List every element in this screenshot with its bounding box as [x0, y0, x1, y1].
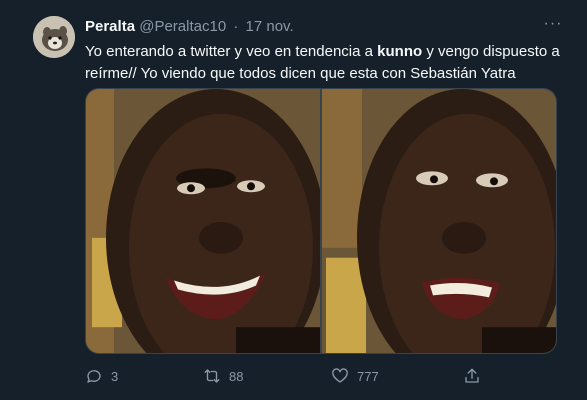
- reply-button[interactable]: 3: [85, 364, 118, 388]
- retweet-count: 88: [229, 368, 244, 384]
- separator: ·: [233, 18, 239, 35]
- tweet-text-hashtag[interactable]: kunno: [377, 43, 422, 60]
- retweet-icon: [204, 369, 220, 383]
- heart-icon: [332, 368, 348, 383]
- user-handle[interactable]: @Peraltac10: [139, 18, 226, 35]
- meme-photo-disappointed[interactable]: [322, 89, 556, 353]
- share-icon: [465, 368, 479, 383]
- tweet-actions: 3 88 777: [85, 364, 505, 388]
- tweet-date[interactable]: 17 nov.: [246, 18, 294, 35]
- like-count: 777: [357, 368, 379, 384]
- tweet-text-part1: Yo enterando a twitter y veo en tendenci…: [85, 43, 378, 60]
- tweet: Peralta @Peraltac10 · 17 nov. ··· Yo ent…: [0, 0, 587, 400]
- retweet-button[interactable]: 88: [203, 364, 243, 388]
- reply-icon: [87, 370, 101, 383]
- avatar[interactable]: [33, 16, 75, 58]
- reply-count: 3: [111, 368, 119, 384]
- more-options-icon[interactable]: ···: [541, 14, 565, 34]
- media-grid: [85, 88, 557, 354]
- like-button[interactable]: 777: [331, 364, 379, 388]
- tweet-header: Peralta @Peraltac10 · 17 nov.: [85, 18, 294, 35]
- meme-photo-smiling[interactable]: [86, 89, 320, 353]
- avatar-image: [33, 16, 75, 58]
- share-button[interactable]: [463, 364, 481, 388]
- display-name[interactable]: Peralta: [85, 18, 135, 35]
- tweet-text: Yo enterando a twitter y veo en tendenci…: [85, 41, 560, 85]
